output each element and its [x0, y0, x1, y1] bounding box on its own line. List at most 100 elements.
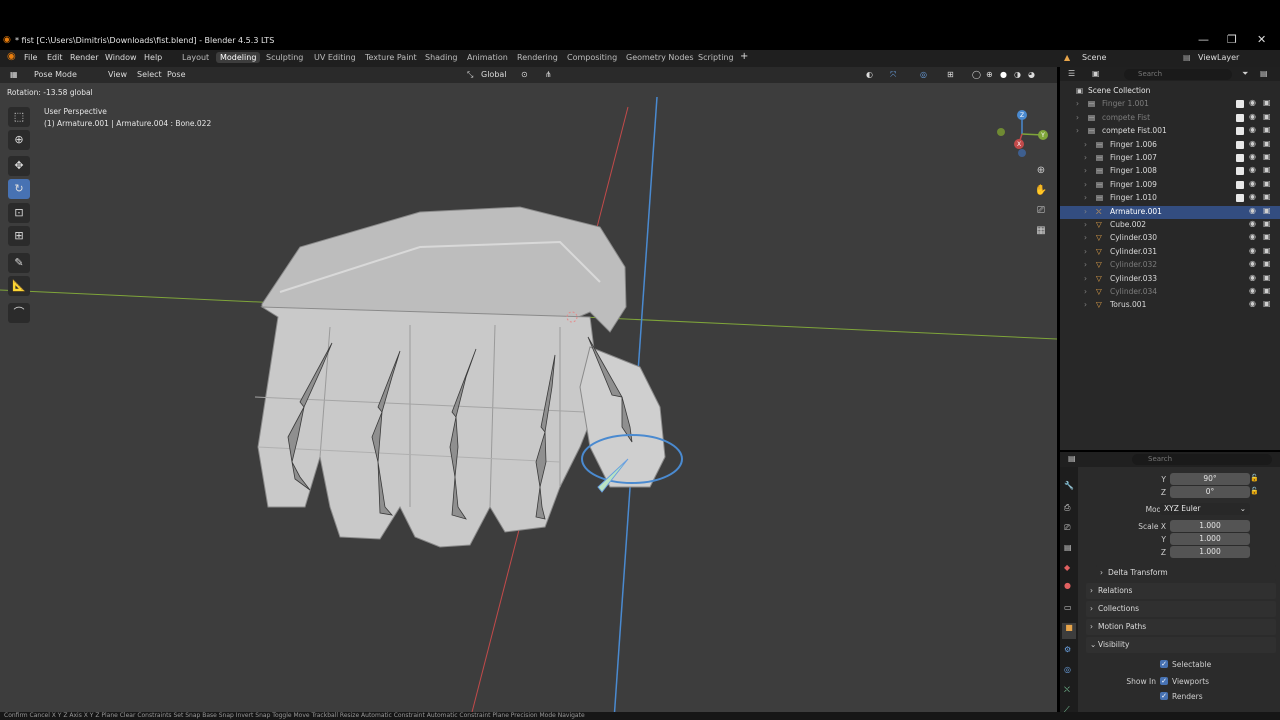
menu-window[interactable]: Window [105, 53, 137, 62]
chevron-right-icon[interactable]: › [1076, 99, 1079, 108]
lock-rotation-y-icon[interactable]: 🔓 [1250, 474, 1259, 482]
tab-animation[interactable]: Animation [467, 53, 508, 62]
outliner-item[interactable]: › ▤ Finger 1.009 ◉ ▣ [1060, 179, 1280, 192]
render-camera-icon[interactable]: ▣ [1263, 299, 1271, 308]
motion-paths-panel[interactable]: › Motion Paths [1086, 619, 1276, 635]
physics-tab-icon[interactable]: ◎ [1064, 665, 1071, 674]
annotate-tool-icon[interactable]: ✎ [8, 253, 30, 273]
select-tool-icon[interactable]: ⬚ [8, 107, 30, 127]
outliner-item[interactable]: › ▤ Finger 1.007 ◉ ▣ [1060, 152, 1280, 165]
filter-icon[interactable]: ⏷ [1242, 69, 1248, 79]
render-camera-icon[interactable]: ▣ [1263, 286, 1271, 295]
lock-rotation-z-icon[interactable]: 🔓 [1250, 487, 1259, 495]
chevron-right-icon[interactable]: › [1084, 193, 1087, 202]
eye-icon[interactable]: ◉ [1249, 192, 1256, 201]
menu-edit[interactable]: Edit [47, 53, 63, 62]
menu-render[interactable]: Render [70, 53, 98, 62]
world-tab-icon[interactable]: ● [1064, 581, 1071, 590]
chevron-right-icon[interactable]: › [1084, 233, 1087, 242]
outliner-item[interactable]: › ▽ Cylinder.033 ◉ ▣ [1060, 273, 1280, 286]
rotate-tool-icon[interactable]: ↻ [8, 179, 30, 199]
eye-icon[interactable]: ◉ [1249, 98, 1256, 107]
chevron-right-icon[interactable]: › [1084, 274, 1087, 283]
exclude-checkbox[interactable] [1236, 127, 1244, 136]
menu-help[interactable]: Help [144, 53, 162, 62]
outliner-item[interactable]: › ▽ Cylinder.034 ◉ ▣ [1060, 286, 1280, 299]
rotation-mode-select[interactable]: XYZ Euler ⌄ [1160, 503, 1250, 515]
tool-tab-icon[interactable]: 🔧 [1064, 481, 1074, 490]
render-camera-icon[interactable]: ▣ [1263, 246, 1271, 255]
measure-tool-icon[interactable]: 📐 [8, 276, 30, 296]
scene-tab-icon[interactable]: ◆ [1064, 563, 1070, 572]
chevron-right-icon[interactable]: › [1084, 153, 1087, 162]
render-tab-icon[interactable]: ⎙ [1064, 503, 1070, 513]
chevron-right-icon[interactable]: › [1084, 260, 1087, 269]
render-camera-icon[interactable]: ▣ [1263, 232, 1271, 241]
scene-selector[interactable]: Scene [1082, 53, 1106, 62]
exclude-checkbox[interactable] [1236, 194, 1244, 203]
tab-shading[interactable]: Shading [425, 53, 458, 62]
eye-icon[interactable]: ◉ [1249, 139, 1256, 148]
zoom-icon[interactable]: ⊕ [1033, 163, 1049, 179]
eye-icon[interactable]: ◉ [1249, 246, 1256, 255]
outliner-item[interactable]: › ▤ Finger 1.008 ◉ ▣ [1060, 165, 1280, 178]
chevron-right-icon[interactable]: › [1084, 180, 1087, 189]
tab-geometry-nodes[interactable]: Geometry Nodes [626, 53, 693, 62]
chevron-right-icon[interactable]: › [1084, 300, 1087, 309]
minimize-icon[interactable]: — [1198, 33, 1209, 46]
scale-z-field[interactable]: 1.000 [1170, 546, 1250, 558]
outliner-item[interactable]: › ▤ Finger 1.006 ◉ ▣ [1060, 139, 1280, 152]
outliner-search-input[interactable]: Search [1124, 69, 1232, 80]
render-camera-icon[interactable]: ▣ [1263, 219, 1271, 228]
render-camera-icon[interactable]: ▣ [1263, 152, 1271, 161]
chevron-right-icon[interactable]: › [1084, 220, 1087, 229]
menu-file[interactable]: File [24, 53, 37, 62]
outliner-item[interactable]: › ▽ Cylinder.032 ◉ ▣ [1060, 259, 1280, 272]
outliner-item[interactable]: › ▽ Torus.001 ◉ ▣ [1060, 299, 1280, 312]
object-data-tab-icon[interactable]: ⛌ [1064, 685, 1070, 695]
render-camera-icon[interactable]: ▣ [1263, 192, 1271, 201]
collections-panel[interactable]: › Collections [1086, 601, 1276, 617]
eye-icon[interactable]: ◉ [1249, 219, 1256, 228]
outliner-item[interactable]: › ▽ Cylinder.031 ◉ ▣ [1060, 246, 1280, 259]
scale-tool-icon[interactable]: ⊡ [8, 203, 30, 223]
exclude-checkbox[interactable] [1236, 154, 1244, 162]
render-camera-icon[interactable]: ▣ [1263, 273, 1271, 282]
perspective-toggle-icon[interactable]: ▦ [1033, 223, 1049, 239]
eye-icon[interactable]: ◉ [1249, 232, 1256, 241]
properties-search-input[interactable]: Search [1132, 454, 1272, 465]
3d-viewport[interactable]: ▦ Pose Mode View Select Pose ⤡ Global ⊙ … [0, 67, 1057, 720]
tab-uv-editing[interactable]: UV Editing [314, 53, 356, 62]
eye-icon[interactable]: ◉ [1249, 259, 1256, 268]
tab-texture-paint[interactable]: Texture Paint [365, 53, 417, 62]
tab-compositing[interactable]: Compositing [567, 53, 617, 62]
eye-icon[interactable]: ◉ [1249, 299, 1256, 308]
new-collection-icon[interactable]: ▤ [1260, 69, 1268, 78]
eye-icon[interactable]: ◉ [1249, 286, 1256, 295]
properties-editor-icon[interactable]: ▤ [1068, 454, 1076, 463]
output-tab-icon[interactable]: ⎚ [1064, 523, 1070, 533]
render-camera-icon[interactable]: ▣ [1263, 206, 1271, 215]
exclude-checkbox[interactable] [1236, 167, 1244, 176]
tab-sculpting[interactable]: Sculpting [266, 53, 303, 62]
render-camera-icon[interactable]: ▣ [1263, 98, 1271, 107]
outliner-editor-icon[interactable]: ☰ [1068, 69, 1075, 78]
display-mode-icon[interactable]: ▣ [1092, 69, 1100, 78]
camera-view-icon[interactable]: ⎚ [1033, 203, 1049, 219]
eye-icon[interactable]: ◉ [1249, 179, 1256, 188]
outliner-item[interactable]: › ▤ Finger 1.001 ◉ ▣ [1060, 98, 1280, 111]
view-layer-tab-icon[interactable]: ▤ [1064, 543, 1072, 552]
modifier-tab-icon[interactable]: ⚙ [1064, 645, 1071, 654]
add-workspace-button[interactable]: + [740, 51, 748, 62]
cursor-tool-icon[interactable]: ⊕ [8, 130, 30, 150]
outliner-item[interactable]: › ▽ Cylinder.030 ◉ ▣ [1060, 232, 1280, 245]
chevron-right-icon[interactable]: › [1084, 166, 1087, 175]
rotation-z-field[interactable]: 0° [1170, 486, 1250, 498]
relations-panel[interactable]: › Relations [1086, 583, 1276, 599]
exclude-checkbox[interactable] [1236, 180, 1244, 189]
viewports-checkbox[interactable]: ✓ [1160, 677, 1168, 685]
render-camera-icon[interactable]: ▣ [1263, 165, 1271, 174]
pan-hand-icon[interactable]: ✋ [1033, 183, 1049, 199]
eye-icon[interactable]: ◉ [1249, 152, 1256, 161]
eye-icon[interactable]: ◉ [1249, 206, 1256, 215]
